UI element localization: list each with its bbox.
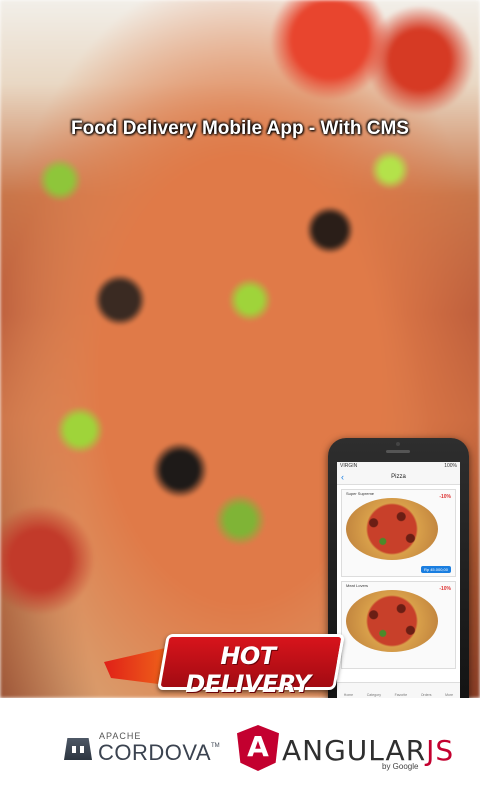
angular-a-icon: A	[247, 730, 269, 763]
badge-text: HOT DELIVERY	[185, 642, 311, 698]
by-google-label: by Google	[382, 762, 419, 771]
cordova-logo-body	[64, 738, 92, 760]
pizza-image	[346, 498, 438, 560]
carrier-label: VIRGIN	[340, 463, 358, 469]
angularjs-label: ANGULARJS	[282, 734, 454, 767]
phone-screen: VIRGIN 100% ‹ Pizza Super Supreme -10% R…	[337, 462, 460, 698]
tab-orders[interactable]: Orders	[421, 693, 432, 697]
product-card[interactable]: Super Supreme -10% Rp 45.000,00	[341, 489, 456, 577]
hot-delivery-badge: HOT DELIVERY	[104, 628, 345, 698]
tab-bar: Home Category Favorite Orders More	[337, 682, 460, 698]
nav-title: Pizza	[391, 474, 406, 480]
status-bar: VIRGIN 100%	[337, 462, 460, 470]
cordova-label: CORDOVA	[98, 740, 212, 765]
tab-more[interactable]: More	[445, 693, 453, 697]
price-tag: Rp 45.000,00	[420, 566, 451, 573]
tab-category[interactable]: Category	[367, 693, 381, 697]
phone-mockup: VIRGIN 100% ‹ Pizza Super Supreme -10% R…	[328, 438, 469, 722]
product-title: Meat Lovers	[346, 583, 369, 588]
cordova-logo-icon	[62, 732, 94, 762]
hero-title: Food Delivery Mobile App - With CMS	[71, 118, 409, 139]
tab-favorite[interactable]: Favorite	[395, 693, 408, 697]
battery-label: 100%	[444, 463, 457, 469]
product-card[interactable]: Meat Lovers -10%	[341, 581, 456, 669]
js-word: JS	[426, 734, 455, 767]
product-title: Super Supreme	[346, 491, 375, 496]
footer-logos: APACHE CORDOVA TM A ANGULARJS by Google	[0, 698, 480, 800]
discount-badge: -10%	[439, 586, 451, 592]
discount-badge: -10%	[439, 494, 451, 500]
nav-bar: ‹ Pizza	[337, 470, 460, 485]
phone-speaker	[386, 450, 410, 453]
phone-camera	[396, 442, 400, 446]
cordova-eye-right	[80, 746, 84, 753]
trademark-label: TM	[211, 743, 220, 749]
pizza-image	[346, 590, 438, 652]
cordova-eye-left	[72, 746, 76, 753]
tab-home[interactable]: Home	[344, 693, 353, 697]
back-icon[interactable]: ‹	[341, 470, 344, 484]
